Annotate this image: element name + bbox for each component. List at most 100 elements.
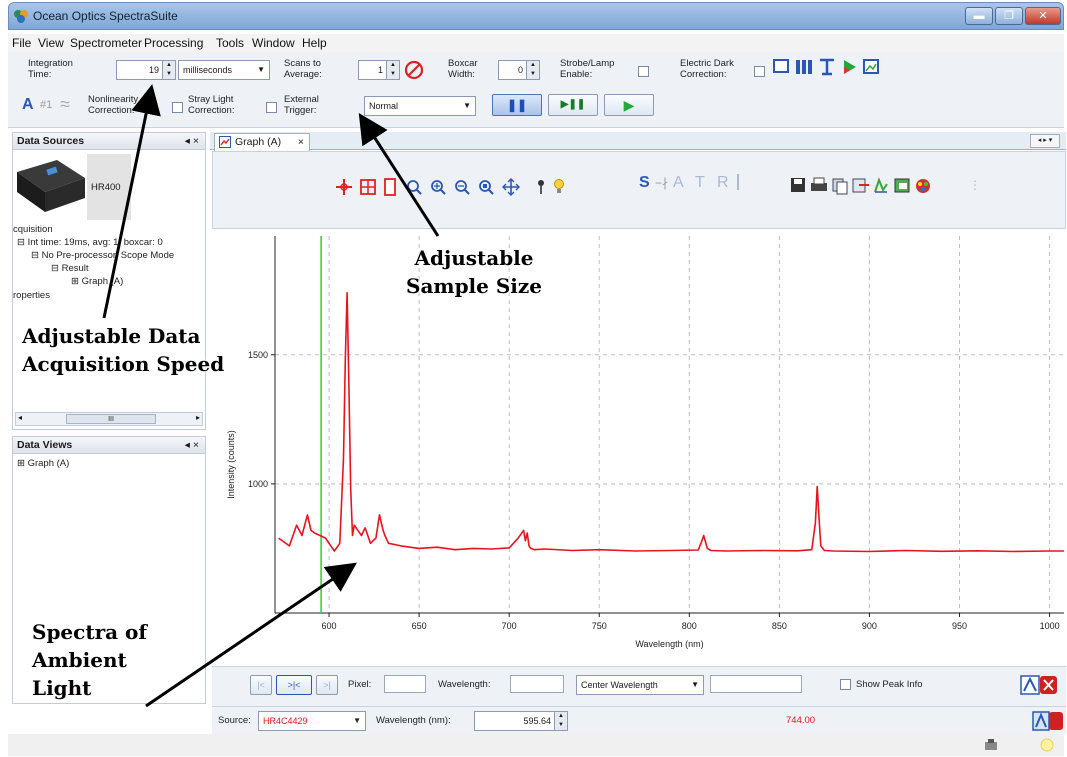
tree-int-time[interactable]: ⊟ Int time: 19ms, avg: 1, boxcar: 0 — [17, 237, 163, 248]
data-view-graph-a[interactable]: ⊞ Graph (A) — [17, 458, 69, 469]
source-select[interactable]: HR4C4429 ▼ — [258, 711, 366, 731]
spinner-arrows-icon[interactable]: ▲ ▼ — [526, 61, 539, 79]
integration-unit-value: milliseconds — [183, 65, 233, 75]
stop-sign-icon[interactable] — [404, 60, 424, 80]
tab-scroll-icon[interactable]: ◂ ▸ ▾ — [1030, 134, 1060, 148]
tree-result[interactable]: ⊟ Result — [51, 263, 89, 274]
scroll-thumb[interactable]: III — [66, 414, 156, 424]
scans-to-average-spinner[interactable]: 1 ▲ ▼ — [358, 60, 400, 80]
data-sources-header: Data Sources ◂ × — [12, 132, 206, 150]
trigger-mode-select[interactable]: Normal ▼ — [364, 96, 476, 116]
a-glyph-button[interactable]: A — [22, 96, 34, 114]
export-icon — [852, 178, 869, 193]
scroll-right-icon[interactable]: ▸ — [196, 413, 200, 422]
annotation-acquisition-speed: Adjustable Data Acquisition Speed — [22, 324, 225, 376]
x-tick-label: 1000 — [1040, 621, 1060, 631]
step-button[interactable]: ▶❚❚ — [548, 94, 598, 116]
horizontal-scrollbar[interactable]: ◂ III ▸ — [15, 412, 203, 426]
menu-view[interactable]: View — [38, 36, 64, 50]
data-sources-title: Data Sources — [17, 135, 85, 147]
nav-center-button[interactable]: >|< — [276, 675, 312, 695]
tool-r-button[interactable]: R — [717, 174, 729, 192]
menu-spectrometer[interactable]: Spectrometer — [70, 36, 142, 50]
app-logo-icon — [14, 10, 28, 23]
maximize-button[interactable]: ❐ — [995, 7, 1023, 25]
nonlinearity-label: Nonlinearity Correction: — [88, 94, 139, 116]
spinner-arrows-icon[interactable]: ▲ ▼ — [386, 61, 399, 79]
chevron-down-icon: ▼ — [257, 65, 265, 74]
panel-controls-icon[interactable]: ◂ × — [185, 133, 199, 149]
trigger-mode-value: Normal — [369, 101, 399, 111]
smoothing-button[interactable]: ≈ — [60, 94, 70, 115]
strobe-lamp-checkbox[interactable] — [638, 66, 649, 77]
tree-acquisition[interactable]: cquisition — [13, 224, 53, 235]
filter-icon — [820, 58, 834, 76]
tool-s-button[interactable]: S — [639, 174, 650, 192]
menu-tools[interactable]: Tools — [216, 36, 244, 50]
tool-a-button[interactable]: A — [673, 174, 684, 192]
nonlinearity-checkbox[interactable] — [172, 102, 183, 113]
pause-button[interactable]: ❚❚ — [492, 94, 542, 116]
show-peak-label: Show Peak Info — [856, 679, 923, 690]
spinner-arrows-icon[interactable]: ▲ ▼ — [554, 712, 567, 730]
spectrometer-device-icon — [17, 160, 85, 212]
window-title: Ocean Optics SpectraSuite — [33, 9, 178, 23]
print-icon — [811, 177, 827, 191]
x-tick-label: 800 — [682, 621, 697, 631]
wavelength-nm-spinner[interactable]: 595.64 ▲ ▼ — [474, 711, 568, 731]
pixel-field[interactable] — [384, 675, 426, 693]
electric-dark-checkbox[interactable] — [754, 66, 765, 77]
tool-t-button[interactable]: T — [695, 174, 705, 192]
spinner-arrows-icon[interactable]: ▲ ▼ — [162, 61, 175, 79]
box-icon — [384, 178, 396, 196]
x-tick-label: 600 — [322, 621, 337, 631]
source-value: HR4C4429 — [263, 716, 308, 726]
columns-icon — [796, 60, 800, 74]
minimize-button[interactable]: ▬ — [965, 7, 993, 25]
annotation-ambient-spectra: Spectra of Ambient Light — [32, 620, 147, 700]
overlay-tool-icon[interactable] — [1032, 711, 1064, 731]
integration-unit-select[interactable]: milliseconds ▼ — [178, 60, 270, 80]
color-icon — [916, 179, 930, 193]
center-wavelength-field[interactable] — [710, 675, 802, 693]
panel-controls-icon[interactable]: ◂ × — [185, 437, 199, 453]
menu-help[interactable]: Help — [302, 36, 327, 50]
pixel-label: Pixel: — [348, 679, 372, 690]
y-tick-label: 1500 — [248, 350, 268, 360]
nav-first-button[interactable]: |< — [250, 675, 272, 695]
peak-marker-icon[interactable]: −∤ — [655, 176, 668, 190]
zoom-out-icon — [455, 180, 470, 195]
menu-window[interactable]: Window — [252, 36, 295, 50]
toolbar-icon-strip — [773, 58, 879, 76]
graph-icon — [219, 136, 231, 148]
tree-preprocessor[interactable]: ⊟ No Pre-processor, Scope Mode — [31, 250, 174, 261]
spectrum-chart[interactable]: 600 650 700 750 800 850 900 950 1000 1000 1500 Wave… — [212, 230, 1066, 664]
play-button[interactable]: ▶ — [604, 94, 654, 116]
boxcar-width-spinner[interactable]: 0 ▲ ▼ — [498, 60, 540, 80]
pin-icon — [538, 180, 544, 194]
wavelength-field[interactable] — [510, 675, 564, 693]
nav-last-button[interactable]: >| — [316, 675, 338, 695]
graph-toolbar: S −∤ A T R ⋮ — [212, 151, 1066, 229]
hash-button[interactable]: #1 — [40, 99, 52, 111]
bulb-icon — [554, 179, 564, 193]
integration-time-spinner[interactable]: 19 ▲ ▼ — [116, 60, 176, 80]
scroll-left-icon[interactable]: ◂ — [18, 413, 22, 422]
tree-properties[interactable]: roperties — [13, 290, 50, 301]
center-wavelength-select[interactable]: Center Wavelength ▼ — [576, 675, 704, 695]
stray-light-checkbox[interactable] — [266, 102, 277, 113]
tab-graph-a-label: Graph (A) — [235, 136, 282, 148]
peak-tool-icon[interactable] — [1020, 675, 1058, 695]
status-device-icon — [985, 739, 997, 750]
tab-graph-a[interactable]: Graph (A) × — [214, 133, 310, 151]
chevron-down-icon: ▼ — [463, 101, 471, 110]
menu-processing[interactable]: Processing — [144, 36, 203, 50]
tool-i-icon[interactable] — [737, 174, 739, 190]
show-peak-checkbox[interactable] — [840, 679, 851, 690]
chevron-down-icon: ▼ — [353, 716, 361, 725]
close-button[interactable]: ✕ — [1025, 7, 1061, 25]
wavelength-nm-label: Wavelength (nm): — [376, 715, 451, 726]
menu-file[interactable]: File — [12, 36, 31, 50]
tab-close-icon[interactable]: × — [298, 134, 304, 150]
tree-graph-a[interactable]: ⊞ Graph (A) — [71, 276, 123, 287]
